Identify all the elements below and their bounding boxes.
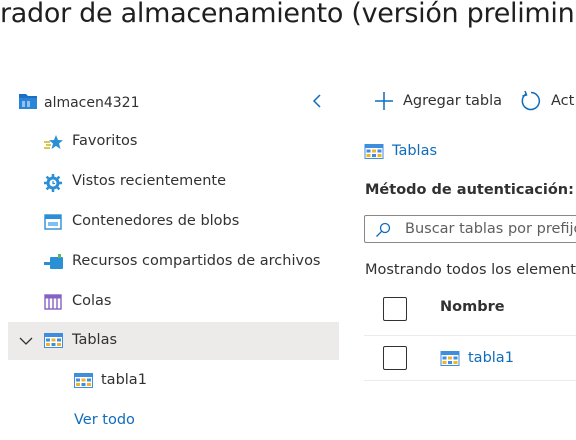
- row-checkbox[interactable]: [383, 346, 407, 370]
- auth-method-label: Método de autenticación:: [365, 182, 574, 198]
- sidebar-item-favoritos[interactable]: Favoritos: [8, 123, 339, 161]
- see-all-link[interactable]: Ver todo: [8, 402, 339, 440]
- select-all-checkbox[interactable]: [383, 297, 407, 321]
- table-icon: [44, 333, 63, 349]
- file-share-icon: [44, 254, 63, 270]
- table-icon: [74, 373, 93, 389]
- storage-account-label: almacen4321: [44, 95, 140, 111]
- sidebar-item-tablas[interactable]: Tablas: [8, 322, 339, 360]
- collapse-sidebar-button[interactable]: [308, 91, 326, 111]
- see-all-label: Ver todo: [74, 412, 135, 428]
- table-icon: [364, 143, 384, 159]
- sidebar-item-tabla1[interactable]: tabla1: [8, 362, 339, 400]
- star-icon: [44, 134, 63, 150]
- blob-container-icon: [44, 214, 62, 230]
- main-content: Agregar tabla Act Tablas Método de auten…: [348, 0, 576, 437]
- sidebar-item-label: Contenedores de blobs: [72, 213, 240, 229]
- chevron-left-icon: [312, 94, 321, 108]
- showing-status: Mostrando todos los element: [365, 262, 576, 278]
- add-table-button[interactable]: Agregar tabla: [374, 88, 502, 114]
- row-name-link[interactable]: tabla1: [468, 350, 514, 366]
- search-input[interactable]: [405, 219, 576, 239]
- sidebar: almacen4321 Favoritos Vistos recientemen…: [0, 0, 340, 437]
- header-divider: [364, 335, 576, 336]
- refresh-label: Act: [551, 93, 575, 109]
- row-divider: [364, 380, 576, 381]
- queue-icon: [44, 294, 62, 310]
- auth-method: Método de autenticación: Cl: [365, 182, 576, 198]
- refresh-button[interactable]: Act: [520, 88, 574, 114]
- breadcrumb[interactable]: Tablas: [364, 140, 437, 162]
- sidebar-item-label: Vistos recientemente: [72, 173, 227, 189]
- chevron-down-icon[interactable]: [18, 333, 34, 349]
- refresh-icon: [521, 90, 540, 111]
- plus-icon: [375, 92, 393, 110]
- add-table-label: Agregar tabla: [403, 93, 503, 109]
- storage-account-icon: [18, 92, 38, 114]
- sidebar-item-label: tabla1: [101, 372, 147, 388]
- table-icon: [440, 350, 460, 366]
- storage-account-node[interactable]: almacen4321: [18, 92, 140, 114]
- search-box[interactable]: [364, 215, 576, 243]
- column-header-name[interactable]: Nombre: [440, 299, 505, 315]
- gear-clock-icon: [44, 174, 62, 192]
- sidebar-item-label: Tablas: [72, 332, 118, 348]
- search-icon: [375, 222, 391, 242]
- sidebar-item-label: Colas: [72, 293, 112, 309]
- sidebar-item-label: Recursos compartidos de archivos: [72, 253, 321, 269]
- breadcrumb-label: Tablas: [392, 143, 438, 159]
- table-row[interactable]: tabla1: [440, 347, 514, 369]
- sidebar-item-recursos-compartidos[interactable]: Recursos compartidos de archivos: [8, 243, 339, 281]
- sidebar-item-vistos-recientemente[interactable]: Vistos recientemente: [8, 163, 339, 201]
- sidebar-item-label: Favoritos: [72, 133, 138, 149]
- sidebar-item-colas[interactable]: Colas: [8, 283, 339, 321]
- sidebar-item-contenedores-de-blobs[interactable]: Contenedores de blobs: [8, 203, 339, 241]
